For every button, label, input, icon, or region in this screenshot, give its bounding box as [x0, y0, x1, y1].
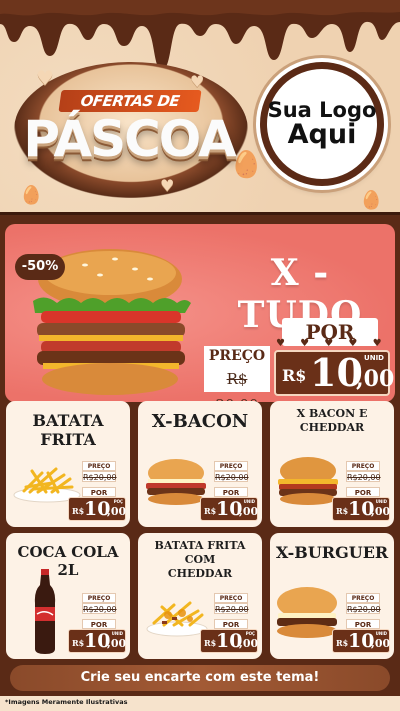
- currency-symbol: R$: [204, 506, 217, 516]
- price-tag: PREÇO R$20,00 POR R$ 10 ,00 UNID: [332, 461, 390, 523]
- old-price: R$20,00: [82, 471, 117, 482]
- product-name: BATATA FRITA COM CHEDDAR: [154, 539, 246, 580]
- unit-label: POÇ: [113, 499, 123, 504]
- price-integer: 10: [310, 350, 363, 395]
- price-cents: ,00: [356, 366, 395, 392]
- old-price: R$20,00: [82, 603, 117, 614]
- currency-symbol: R$: [282, 366, 307, 385]
- price-cents: ,00: [107, 505, 127, 518]
- currency-symbol: R$: [336, 506, 349, 516]
- price-tag: PREÇO R$20,00 POR R$ 10 ,00 POÇ: [200, 593, 258, 655]
- old-price: R$20,00: [214, 603, 249, 614]
- price-cents: ,00: [371, 505, 391, 518]
- product-card-batata-cheddar[interactable]: BATATA FRITA COM CHEDDAR PREÇO R$20,00 P…: [138, 533, 262, 659]
- preco-label: PREÇO: [214, 593, 248, 603]
- hero-offer-card[interactable]: -50% X - TUDO POR ♥ ♥ ♥ ♥ ♥ PREÇO R$ 20,…: [5, 224, 395, 402]
- hearts-decoration-icon: ♥ ♥ ♥ ♥ ♥: [276, 338, 388, 349]
- preco-label: PREÇO: [346, 593, 380, 603]
- new-price: R$ 10 ,00 UNID: [332, 497, 390, 521]
- egg-decoration-icon: 🥚: [360, 190, 383, 211]
- preco-label: PREÇO: [214, 461, 248, 471]
- discount-badge: -50%: [15, 254, 65, 280]
- price-cents: ,00: [239, 637, 259, 650]
- title-pascoa: PÁSCOA: [23, 110, 236, 168]
- new-price: R$ 10 ,00 UNID: [332, 629, 390, 653]
- old-price: R$20,00: [346, 471, 381, 482]
- price-tag: PREÇO R$20,00 POR R$ 10 ,00 UNID: [332, 593, 390, 655]
- product-name: BATATA FRITA: [32, 411, 104, 449]
- preco-label: PREÇO: [204, 346, 270, 366]
- preco-label: PREÇO: [346, 461, 380, 471]
- offers-panel: -50% X - TUDO POR ♥ ♥ ♥ ♥ ♥ PREÇO R$ 20,…: [0, 212, 400, 696]
- unit-label: UNID: [364, 354, 384, 362]
- preco-label: PREÇO: [82, 461, 116, 471]
- product-card-x-bacon-cheddar[interactable]: X BACON E CHEDDAR PREÇO R$20,00 POR R$ 1…: [270, 401, 394, 527]
- price-tag: PREÇO R$20,00 POR R$ 10 ,00 UNID: [200, 461, 258, 523]
- logo-placeholder[interactable]: Sua Logo Aqui: [260, 62, 384, 186]
- por-label: POR: [346, 487, 380, 497]
- price-tag: PREÇO R$20,00 POR R$ 10 ,00 UNID: [68, 593, 126, 655]
- unit-label: UNID: [375, 499, 387, 504]
- currency-symbol: R$: [72, 638, 85, 648]
- product-name: X BACON E CHEDDAR: [296, 407, 368, 434]
- product-name: COCA COLA 2L: [17, 543, 119, 579]
- heart-icon: ♥: [190, 72, 205, 91]
- old-price: R$ 20,00: [204, 366, 270, 402]
- heart-icon: ♥: [160, 176, 175, 195]
- new-price: R$ 10 ,00 UNID: [274, 350, 394, 396]
- unit-label: UNID: [375, 631, 387, 636]
- currency-symbol: R$: [72, 506, 85, 516]
- por-label: POR: [214, 619, 248, 629]
- old-price: R$20,00: [214, 471, 249, 482]
- unit-label: POÇ: [245, 631, 255, 636]
- product-name: X-BACON: [151, 411, 249, 432]
- new-price: R$ 10 ,00 UNID: [68, 629, 126, 653]
- unit-label: UNID: [111, 631, 123, 636]
- por-label: POR: [214, 487, 248, 497]
- create-flyer-button[interactable]: Crie seu encarte com este tema!: [10, 665, 390, 691]
- currency-symbol: R$: [204, 638, 217, 648]
- por-label: POR: [346, 619, 380, 629]
- new-price: R$ 10 ,00 POÇ: [68, 497, 126, 521]
- por-label: POR: [82, 619, 116, 629]
- new-price: R$ 10 ,00 POÇ: [200, 629, 258, 653]
- new-price: R$ 10 ,00 UNID: [200, 497, 258, 521]
- logo-text-line1: Sua Logo: [267, 97, 377, 122]
- product-name: X-BURGUER: [275, 543, 389, 562]
- price-cents: ,00: [107, 637, 127, 650]
- product-card-coca-cola[interactable]: COCA COLA 2L PREÇO R$20,00 POR R$ 10 ,00…: [6, 533, 130, 659]
- title-ofertas: OFERTAS DE: [58, 90, 202, 112]
- hero-price-tag: POR ♥ ♥ ♥ ♥ ♥ PREÇO R$ 20,00 R$ 10 ,00 U…: [200, 316, 394, 402]
- old-price: R$20,00: [346, 603, 381, 614]
- price-tag: PREÇO R$20,00 POR R$ 10 ,00 POÇ: [68, 461, 126, 523]
- product-card-batata-frita[interactable]: BATATA FRITA PREÇO R$20,00 POR R$ 10 ,00…: [6, 401, 130, 527]
- unit-label: UNID: [243, 499, 255, 504]
- header-banner: 🥚 🥚 🥚 ♥ ♥ ♥ OFERTAS DE PÁSCOA Sua Logo A…: [0, 0, 400, 212]
- coca-cola-bottle-image: [34, 569, 56, 654]
- disclaimer-text: *Imagens Meramente Ilustrativas: [5, 698, 128, 706]
- heart-icon: ♥: [36, 66, 54, 90]
- por-label: POR: [82, 487, 116, 497]
- logo-text-line2: Aqui: [287, 118, 357, 150]
- price-cents: ,00: [239, 505, 259, 518]
- price-cents: ,00: [371, 637, 391, 650]
- egg-decoration-icon: 🥚: [20, 185, 43, 206]
- preco-label: PREÇO: [82, 593, 116, 603]
- product-card-x-bacon[interactable]: X-BACON PREÇO R$20,00 POR R$ 10 ,00 UNID: [138, 401, 262, 527]
- product-card-x-burguer[interactable]: X-BURGUER PREÇO R$20,00 POR R$ 10 ,00 UN…: [270, 533, 394, 659]
- currency-symbol: R$: [336, 638, 349, 648]
